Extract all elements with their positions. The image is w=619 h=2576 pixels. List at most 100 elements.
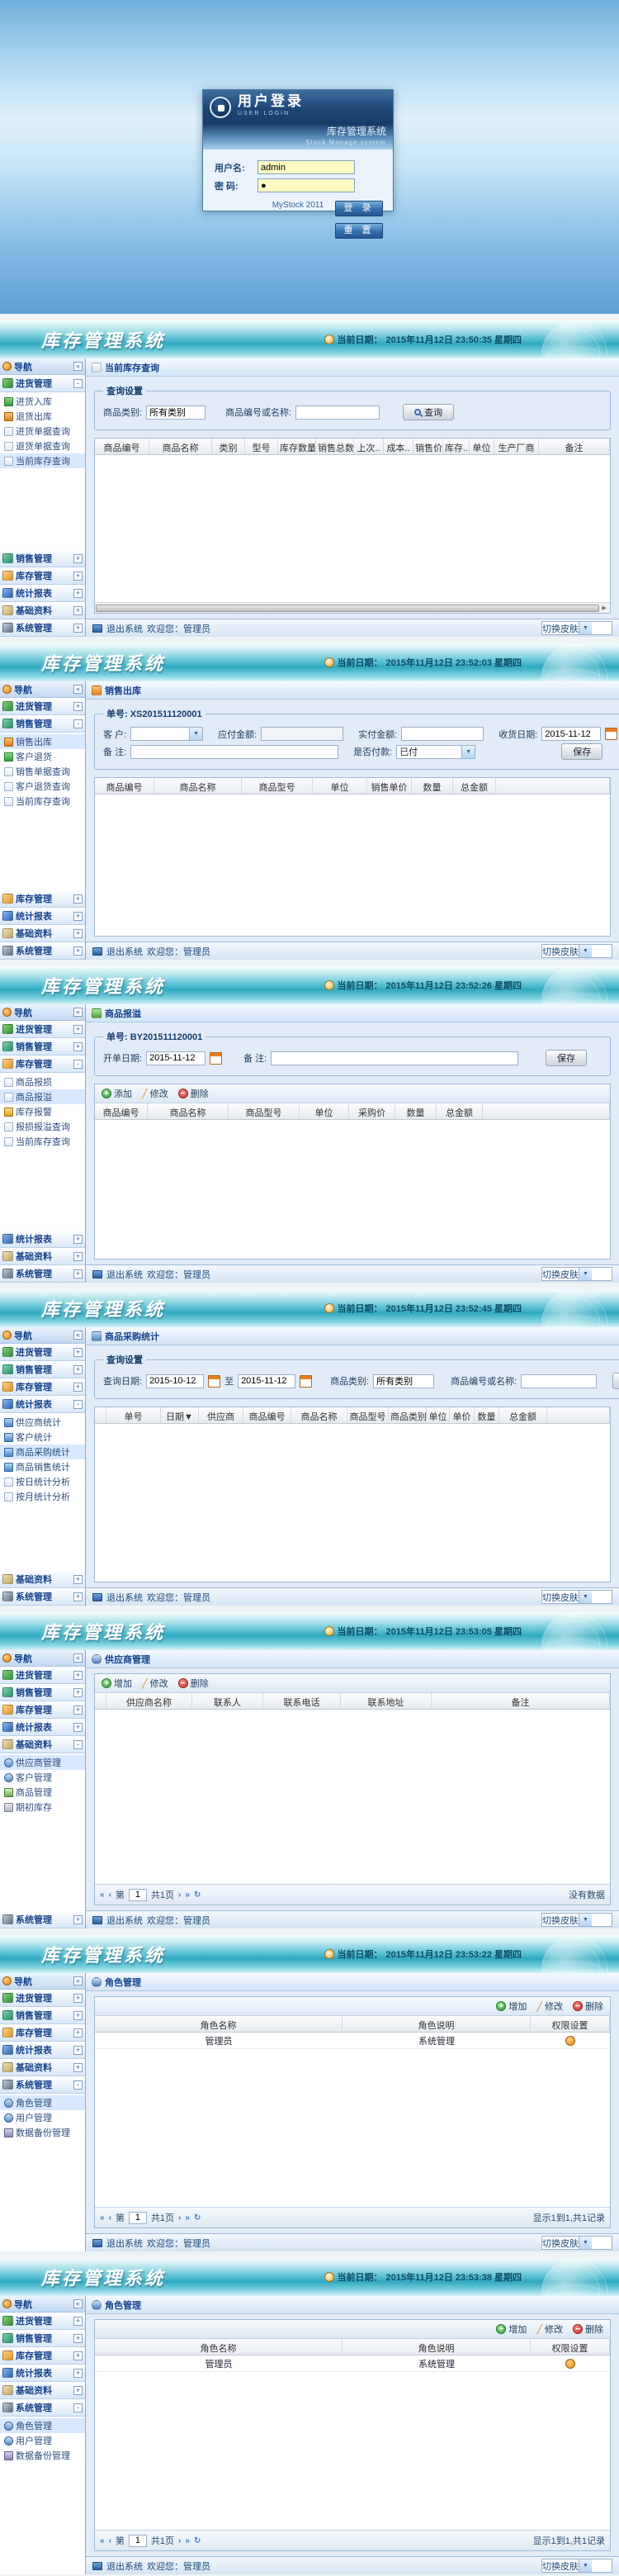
sidebar-item[interactable]: 商品报损: [0, 1075, 85, 1089]
sidebar-item[interactable]: 供应商管理: [0, 1755, 85, 1770]
sidebar-item[interactable]: 当前库存查询: [0, 1134, 85, 1149]
sidebar-item[interactable]: 客户退货查询: [0, 779, 85, 794]
sidebar-group-expanded[interactable]: 系统管理-: [0, 2399, 85, 2417]
scrollbar-right-arrow[interactable]: ▶: [599, 604, 609, 613]
column-header[interactable]: 商品编号: [95, 778, 154, 794]
save-button[interactable]: 保存: [561, 743, 602, 760]
column-header[interactable]: 商品型号: [347, 1407, 389, 1423]
sidebar-item[interactable]: 客户统计: [0, 1430, 85, 1445]
column-header[interactable]: 商品名称: [291, 1407, 347, 1423]
remark-input[interactable]: [130, 745, 338, 759]
sidebar-collapse-button[interactable]: «: [73, 1331, 83, 1340]
sidebar-group[interactable]: 统计报表+: [0, 1231, 85, 1248]
column-header[interactable]: [95, 1407, 106, 1423]
first-page-button[interactable]: «: [100, 2536, 105, 2545]
expand-button[interactable]: +: [73, 946, 83, 956]
sidebar-collapse-button[interactable]: «: [73, 1653, 83, 1663]
column-header[interactable]: 型号: [245, 439, 278, 454]
sidebar-item[interactable]: 角色管理: [0, 2095, 85, 2110]
sidebar-group[interactable]: 基础资料+: [0, 1248, 85, 1265]
column-header[interactable]: 销售价: [413, 439, 443, 454]
sidebar-collapse-button[interactable]: «: [73, 1008, 83, 1017]
prev-page-button[interactable]: ‹: [109, 2536, 111, 2545]
exit-system[interactable]: 退出系统: [106, 945, 143, 958]
column-header[interactable]: 商品编号: [95, 1103, 148, 1119]
delete-button[interactable]: 删除: [573, 2322, 603, 2336]
sidebar-item[interactable]: 销售出库: [0, 734, 85, 749]
column-header[interactable]: 角色名称: [95, 2016, 343, 2032]
sidebar-group[interactable]: 库存管理+: [0, 2347, 85, 2365]
calendar-icon[interactable]: [300, 1375, 312, 1388]
sidebar-group[interactable]: 系统管理+: [0, 1911, 85, 1928]
edit-button[interactable]: 修改: [142, 1087, 168, 1100]
column-header[interactable]: 成本..: [384, 439, 413, 454]
table-row[interactable]: 管理员 系统管理: [95, 2033, 610, 2049]
last-page-button[interactable]: »: [185, 1890, 190, 1900]
column-header[interactable]: [547, 1407, 610, 1423]
expand-button[interactable]: +: [73, 2317, 83, 2326]
category-input[interactable]: [373, 1374, 434, 1388]
column-header[interactable]: 角色说明: [343, 2339, 531, 2355]
next-page-button[interactable]: ›: [178, 1890, 181, 1900]
column-header[interactable]: 单号: [106, 1407, 161, 1423]
column-header[interactable]: 销售总数: [316, 439, 354, 454]
sidebar-group-expanded[interactable]: 基础资料-: [0, 1736, 85, 1753]
sidebar-item[interactable]: 用户管理: [0, 2110, 85, 2125]
column-header[interactable]: 单位: [300, 1103, 349, 1119]
sidebar-item[interactable]: 库存报警: [0, 1104, 85, 1119]
expand-button[interactable]: +: [73, 2369, 83, 2378]
expand-button[interactable]: +: [73, 572, 83, 581]
code-or-name-input[interactable]: [295, 406, 380, 420]
expand-button[interactable]: +: [73, 1723, 83, 1732]
sidebar-collapse-button[interactable]: «: [73, 685, 83, 694]
date-from-input[interactable]: [146, 1374, 204, 1388]
expand-button[interactable]: +: [73, 1025, 83, 1034]
sidebar-item[interactable]: 商品管理: [0, 1785, 85, 1800]
page-number-input[interactable]: [129, 2535, 147, 2547]
refresh-icon[interactable]: ↻: [194, 2213, 201, 2223]
sidebar-group[interactable]: 系统管理+: [0, 1265, 85, 1283]
page-number-input[interactable]: [129, 1889, 147, 1901]
paid-status-select[interactable]: 已付: [396, 745, 475, 759]
expand-button[interactable]: +: [73, 1994, 83, 2003]
column-header[interactable]: [95, 1693, 106, 1709]
skin-switcher[interactable]: 切换皮肤: [541, 621, 612, 635]
column-header[interactable]: [496, 778, 610, 794]
skin-switcher[interactable]: 切换皮肤: [541, 944, 612, 958]
column-header[interactable]: 上次..: [354, 439, 384, 454]
expand-button[interactable]: +: [73, 1915, 83, 1924]
expand-button[interactable]: +: [73, 1235, 83, 1244]
sidebar-group[interactable]: 进货管理+: [0, 1990, 85, 2007]
column-header[interactable]: 商品类别: [389, 1407, 427, 1423]
edit-button[interactable]: 修改: [536, 2000, 563, 2013]
sidebar-group[interactable]: 基础资料+: [0, 925, 85, 942]
expand-button[interactable]: +: [73, 894, 83, 904]
paid-input[interactable]: [401, 727, 484, 741]
add-button[interactable]: 增加: [102, 1677, 132, 1690]
customer-select[interactable]: [130, 727, 203, 741]
expand-button[interactable]: +: [73, 1365, 83, 1374]
add-button[interactable]: 添加: [102, 1087, 132, 1100]
sidebar-item[interactable]: 销售单据查询: [0, 764, 85, 779]
column-header[interactable]: 备注: [432, 1693, 610, 1709]
column-header[interactable]: 角色说明: [343, 2016, 531, 2032]
sidebar-collapse-button[interactable]: «: [73, 362, 83, 371]
expand-button[interactable]: +: [73, 1592, 83, 1601]
sidebar-collapse-button[interactable]: «: [73, 1976, 83, 1985]
code-or-name-input[interactable]: [521, 1374, 597, 1388]
column-header[interactable]: 单位: [427, 1407, 450, 1423]
exit-system[interactable]: 退出系统: [106, 1914, 143, 1927]
sidebar-group-expanded[interactable]: 销售管理-: [0, 715, 85, 733]
save-button[interactable]: 保存: [546, 1050, 587, 1066]
sidebar-group[interactable]: 销售管理+: [0, 550, 85, 567]
exit-system[interactable]: 退出系统: [106, 622, 143, 635]
collapse-button[interactable]: -: [73, 2080, 83, 2090]
sidebar-group[interactable]: 统计报表+: [0, 908, 85, 925]
column-header[interactable]: 采购价: [349, 1103, 395, 1119]
sidebar-item[interactable]: 数据备份管理: [0, 2125, 85, 2140]
column-header[interactable]: 供应商: [199, 1407, 243, 1423]
expand-button[interactable]: +: [73, 2386, 83, 2395]
scrollbar-thumb[interactable]: [96, 605, 599, 612]
sidebar-group[interactable]: 基础资料+: [0, 602, 85, 619]
column-header[interactable]: 商品名称: [154, 778, 242, 794]
